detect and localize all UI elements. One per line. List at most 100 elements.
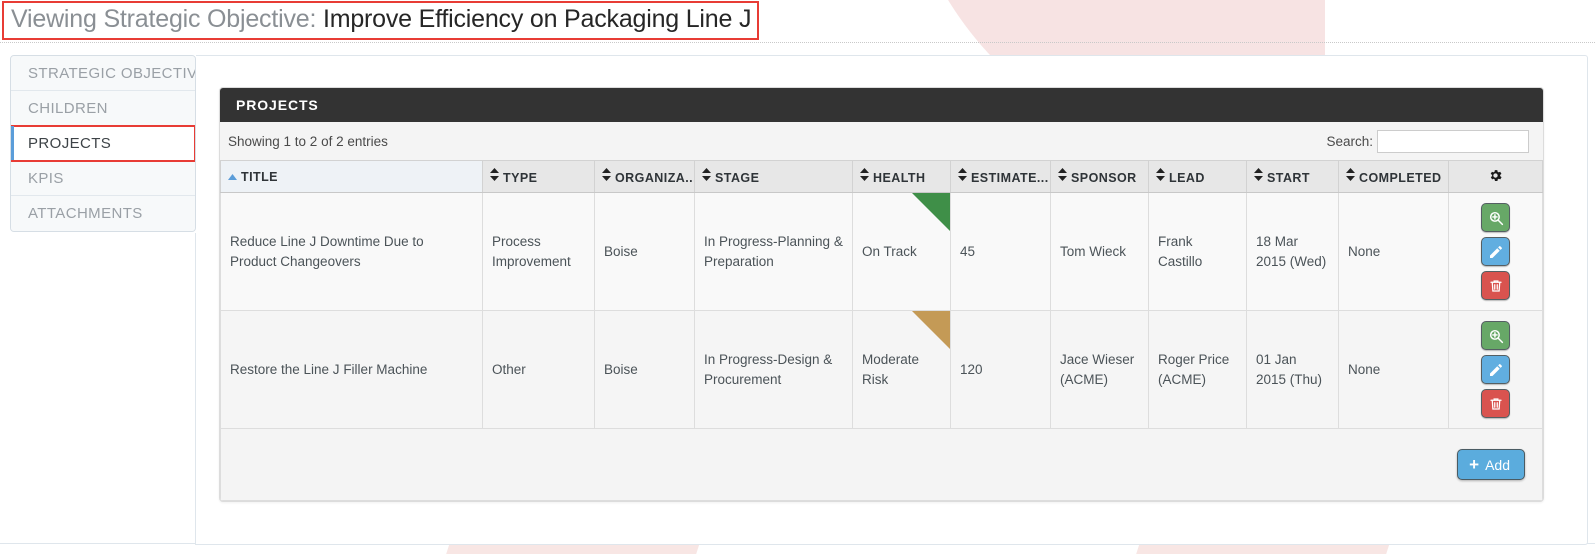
sort-both-icon [702, 168, 711, 181]
column-header-sponsor[interactable]: SPONSOR [1051, 161, 1149, 193]
table-body: Reduce Line J Downtime Due to Product Ch… [221, 193, 1543, 429]
cell-sponsor: Jace Wieser (ACME) [1051, 311, 1149, 429]
portlet-title: PROJECTS [220, 88, 1543, 122]
sidebar-item-kpis[interactable]: KPIS [11, 161, 195, 196]
portlet-body: Showing 1 to 2 of 2 entries Search: [220, 122, 1543, 501]
view-button[interactable] [1481, 203, 1510, 232]
health-label: Moderate Risk [862, 352, 919, 386]
cell-estimate: 45 [951, 193, 1051, 311]
column-header-label: SPONSOR [1071, 171, 1137, 185]
sidebar-filler [10, 233, 196, 545]
datatable-search: Search: [1326, 130, 1529, 153]
projects-table: TITLE TYPE ORGANIZA... [220, 160, 1543, 429]
cell-sponsor: Tom Wieck [1051, 193, 1149, 311]
cell-stage: In Progress-Design & Procurement [695, 311, 853, 429]
cell-title: Reduce Line J Downtime Due to Product Ch… [221, 193, 483, 311]
page-title: Viewing Strategic Objective: Improve Eff… [2, 1, 759, 40]
table-head: TITLE TYPE ORGANIZA... [221, 161, 1543, 193]
cell-lead: Roger Price (ACME) [1149, 311, 1247, 429]
cell-lead: Frank Castillo [1149, 193, 1247, 311]
table-row[interactable]: Reduce Line J Downtime Due to Product Ch… [221, 193, 1543, 311]
column-header-health[interactable]: HEALTH [853, 161, 951, 193]
column-header-label: ORGANIZA... [615, 171, 695, 185]
cell-actions [1449, 311, 1543, 429]
view-button[interactable] [1481, 321, 1510, 350]
column-header-label: TITLE [241, 170, 278, 184]
cell-title: Restore the Line J Filler Machine [221, 311, 483, 429]
table-row[interactable]: Restore the Line J Filler Machine Other … [221, 311, 1543, 429]
cell-stage: In Progress-Planning & Preparation [695, 193, 853, 311]
cell-actions [1449, 193, 1543, 311]
column-header-title[interactable]: TITLE [221, 161, 483, 193]
sidebar-item-label: CHILDREN [28, 100, 108, 117]
datatable-footer: + Add [220, 429, 1543, 501]
delete-button[interactable] [1481, 271, 1510, 300]
cell-type: Other [483, 311, 595, 429]
column-header-label: HEALTH [873, 171, 925, 185]
sort-both-icon [1254, 168, 1263, 181]
sort-both-icon [1156, 168, 1165, 181]
column-header-settings[interactable] [1449, 161, 1543, 193]
header-divider [0, 42, 1595, 43]
sort-both-icon [860, 168, 869, 181]
plus-icon: + [1469, 456, 1479, 473]
cell-completed: None [1339, 311, 1449, 429]
column-header-estimate[interactable]: ESTIMATE... [951, 161, 1051, 193]
sidebar: STRATEGIC OBJECTIVE CHILDREN PROJECTS KP… [10, 55, 196, 232]
sidebar-item-label: KPIS [28, 170, 64, 187]
add-button[interactable]: + Add [1457, 449, 1525, 480]
cell-completed: None [1339, 193, 1449, 311]
search-label: Search: [1326, 134, 1373, 149]
column-header-label: TYPE [503, 171, 537, 185]
sidebar-item-strategic-objective[interactable]: STRATEGIC OBJECTIVE [11, 56, 195, 91]
page-title-value: Improve Efficiency on Packaging Line J [323, 5, 751, 33]
edit-button[interactable] [1481, 237, 1510, 266]
sidebar-item-attachments[interactable]: ATTACHMENTS [11, 196, 195, 231]
column-header-label: START [1267, 171, 1310, 185]
cell-start: 01 Jan 2015 (Thu) [1247, 311, 1339, 429]
cell-health: Moderate Risk [853, 311, 951, 429]
column-header-label: ESTIMATE... [971, 171, 1049, 185]
cell-organization: Boise [595, 193, 695, 311]
add-button-label: Add [1485, 457, 1510, 473]
sort-both-icon [602, 168, 611, 181]
cell-estimate: 120 [951, 311, 1051, 429]
edit-button[interactable] [1481, 355, 1510, 384]
sort-both-icon [958, 168, 967, 181]
sort-both-icon [1346, 168, 1355, 181]
page-title-prefix: Viewing Strategic Objective: [11, 5, 323, 33]
cell-type: Process Improvement [483, 193, 595, 311]
sidebar-item-projects[interactable]: PROJECTS [11, 126, 195, 161]
column-header-type[interactable]: TYPE [483, 161, 595, 193]
gear-icon[interactable] [1488, 168, 1503, 186]
datatable-info: Showing 1 to 2 of 2 entries [228, 134, 388, 149]
column-header-stage[interactable]: STAGE [695, 161, 853, 193]
datatable-toolbar: Showing 1 to 2 of 2 entries Search: [220, 122, 1543, 160]
sort-asc-icon [228, 174, 237, 180]
column-header-start[interactable]: START [1247, 161, 1339, 193]
delete-button[interactable] [1481, 389, 1510, 418]
health-indicator [912, 311, 950, 349]
column-header-organization[interactable]: ORGANIZA... [595, 161, 695, 193]
projects-portlet: PROJECTS Showing 1 to 2 of 2 entries Sea… [219, 87, 1544, 502]
search-input[interactable] [1377, 130, 1529, 153]
sidebar-item-label: STRATEGIC OBJECTIVE [28, 65, 196, 82]
sidebar-item-label: ATTACHMENTS [28, 205, 143, 222]
health-label: On Track [862, 244, 917, 259]
cell-organization: Boise [595, 311, 695, 429]
column-header-label: COMPLETED [1359, 171, 1442, 185]
content-panel: PROJECTS Showing 1 to 2 of 2 entries Sea… [196, 55, 1588, 545]
health-indicator [912, 193, 950, 231]
cell-start: 18 Mar 2015 (Wed) [1247, 193, 1339, 311]
column-header-completed[interactable]: COMPLETED [1339, 161, 1449, 193]
cell-health: On Track [853, 193, 951, 311]
sidebar-item-children[interactable]: CHILDREN [11, 91, 195, 126]
sort-both-icon [1058, 168, 1067, 181]
table-header-row: TITLE TYPE ORGANIZA... [221, 161, 1543, 193]
page-layout: STRATEGIC OBJECTIVE CHILDREN PROJECTS KP… [0, 55, 1595, 555]
column-header-label: STAGE [715, 171, 759, 185]
sort-both-icon [490, 168, 499, 181]
sidebar-item-label: PROJECTS [28, 135, 111, 152]
column-header-lead[interactable]: LEAD [1149, 161, 1247, 193]
column-header-label: LEAD [1169, 171, 1205, 185]
